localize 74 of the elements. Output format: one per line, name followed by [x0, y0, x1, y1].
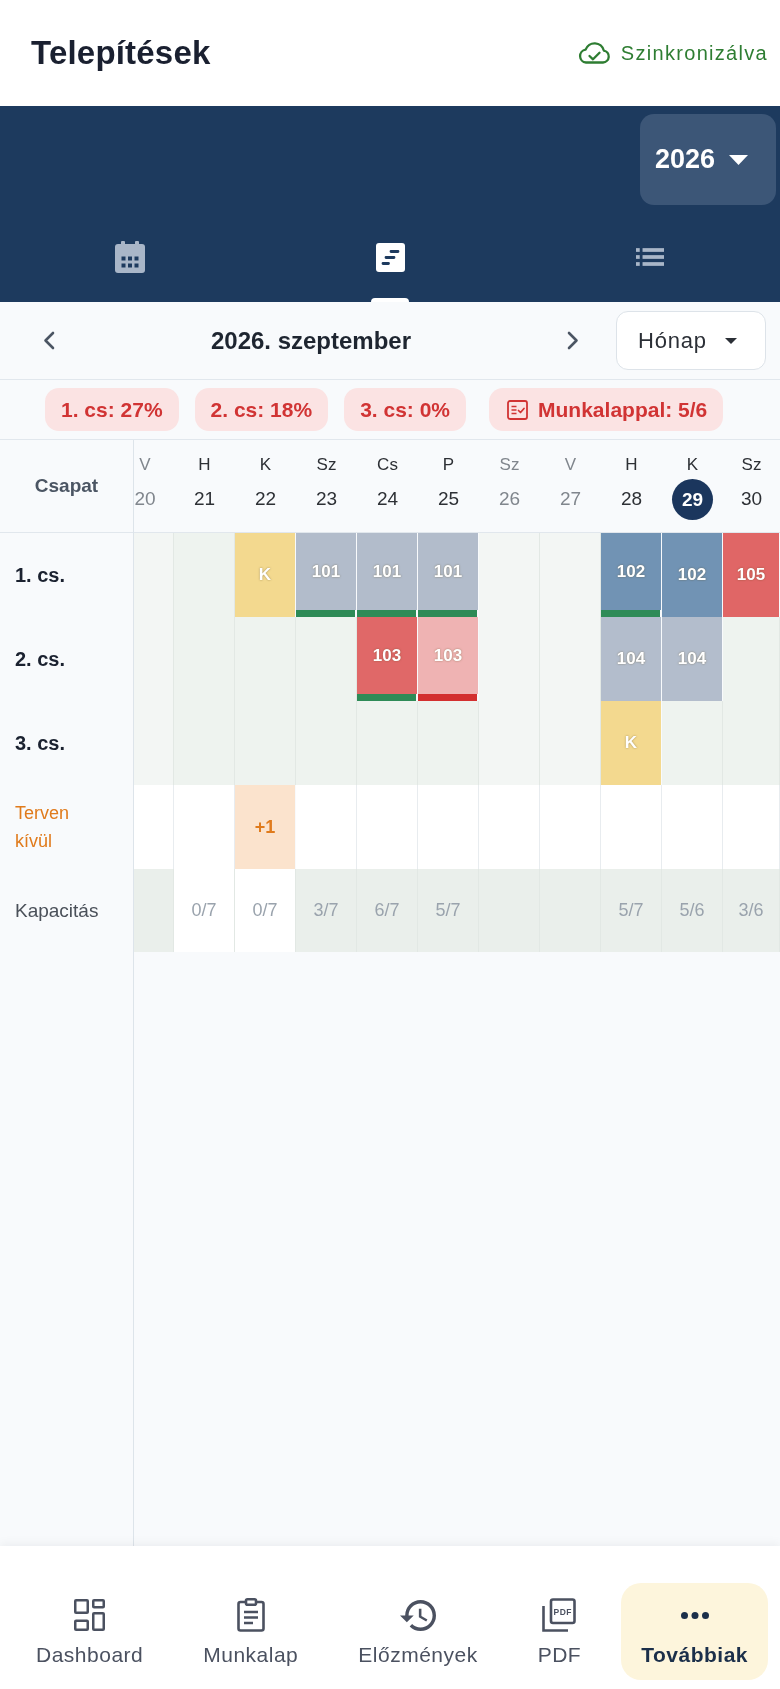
day-number: 26: [498, 487, 521, 511]
dashboard-icon: [74, 1599, 106, 1631]
day-number: 25: [437, 487, 460, 511]
job-block[interactable]: 101: [418, 533, 478, 610]
team-label: 3. cs.: [15, 731, 66, 755]
weekday-label: H: [198, 454, 211, 476]
year-dropdown[interactable]: 2026: [640, 114, 776, 205]
capacity-label: Kapacitás: [15, 899, 99, 922]
summary-chip: 2. cs: 18%: [194, 388, 329, 431]
job-block[interactable]: 101: [296, 533, 356, 610]
job-block[interactable]: 102: [601, 533, 661, 610]
chevron-left-icon: [43, 331, 55, 350]
weekday-label: K: [686, 454, 699, 476]
team-label: 1. cs.: [15, 563, 66, 587]
summary-chip: 3. cs: 0%: [344, 388, 467, 431]
weekday-label: V: [564, 454, 577, 476]
weekday-label: Sz: [499, 454, 520, 476]
capacity-cell: 5/7: [601, 869, 662, 952]
capacity-cell: 6/7: [357, 869, 418, 952]
nav-item[interactable]: Továbbiak: [621, 1583, 768, 1680]
job-block[interactable]: 102: [662, 533, 722, 617]
view-mode-dropdown[interactable]: Hónap: [616, 311, 766, 370]
nav-item[interactable]: Dashboard: [16, 1583, 164, 1680]
job-block[interactable]: 103: [418, 617, 478, 694]
checklist-icon: [507, 399, 529, 420]
capacity-cell: 3/6: [723, 869, 780, 952]
weekday-label: Cs: [377, 454, 398, 476]
unplanned-job-block[interactable]: +1: [235, 785, 295, 869]
more-icon: [680, 1611, 709, 1619]
weekday-label: H: [625, 454, 638, 476]
weekday-label: Sz: [741, 454, 762, 476]
day-number: 23: [315, 487, 338, 511]
list-icon: [636, 248, 664, 266]
summary-chip: 1. cs: 27%: [45, 388, 179, 431]
page-title: Telepítések: [31, 34, 211, 72]
day-number: 24: [376, 487, 399, 511]
nav-item[interactable]: Előzmények: [338, 1583, 498, 1680]
day-number: 30: [740, 487, 763, 511]
job-block[interactable]: 104: [662, 617, 722, 701]
day-number: 28: [620, 487, 643, 511]
day-number: 29: [672, 479, 713, 520]
weekday-label: P: [442, 454, 455, 476]
job-block[interactable]: 101: [357, 533, 417, 610]
history-icon: [400, 1599, 436, 1631]
job-block[interactable]: 104: [601, 617, 661, 701]
weekday-label: V: [139, 454, 151, 476]
calendar-icon: [115, 241, 145, 273]
month-title: 2026. szeptember: [210, 326, 412, 355]
team-column-header: Csapat: [34, 475, 99, 497]
sync-status: Szinkronizálva: [620, 41, 768, 65]
nav-item[interactable]: Munkalap: [183, 1583, 319, 1680]
capacity-cell: 3/7: [296, 869, 357, 952]
nav-item[interactable]: PDF PDF: [517, 1583, 602, 1680]
job-block[interactable]: 105: [723, 533, 779, 617]
capacity-cell: 5/7: [418, 869, 479, 952]
clipboard-icon: [236, 1598, 265, 1632]
job-block[interactable]: 103: [357, 617, 417, 694]
day-number: 22: [254, 487, 277, 511]
day-number: 27: [559, 487, 582, 511]
day-number: 20: [134, 487, 156, 511]
capacity-cell: 0/7: [235, 869, 296, 952]
capacity-cell: 5/6: [662, 869, 723, 952]
caret-icon: [724, 337, 737, 344]
caret-icon: [729, 154, 749, 165]
day-number: 21: [193, 487, 216, 511]
chevron-right-icon: [567, 331, 579, 350]
timeline-icon: [375, 242, 405, 272]
team-label: 2. cs.: [15, 647, 66, 671]
cloud-check-icon: [576, 41, 612, 65]
weekday-label: Sz: [316, 454, 337, 476]
weekday-label: K: [259, 454, 272, 476]
unplanned-label: Terven kívül: [15, 802, 71, 853]
capacity-cell: 0/7: [174, 869, 235, 952]
summary-chip-label: Munkalappal: 5/6: [538, 397, 708, 422]
